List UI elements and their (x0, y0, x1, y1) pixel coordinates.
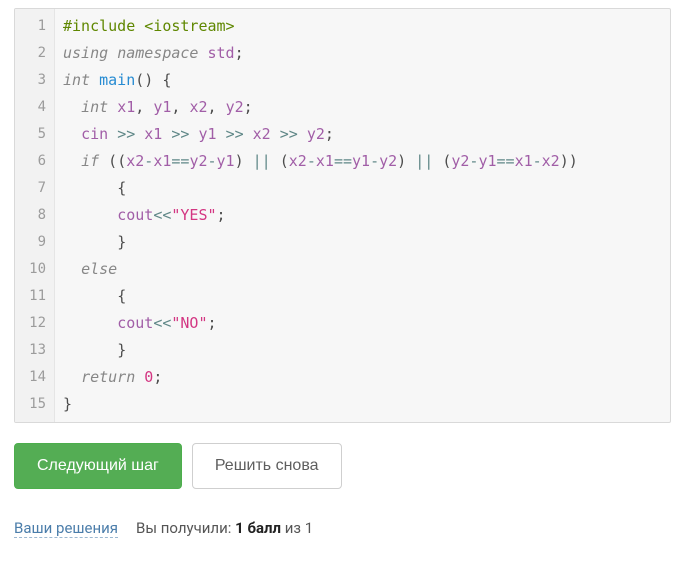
line-number: 6 (15, 148, 46, 175)
footer-row: Ваши решения Вы получили: 1 балл из 1 (14, 519, 671, 538)
code-line[interactable]: if ((x2-x1==y2-y1) || (x2-x1==y1-y2) || … (63, 148, 662, 175)
line-number: 5 (15, 121, 46, 148)
line-number: 13 (15, 337, 46, 364)
line-number: 3 (15, 67, 46, 94)
code-line[interactable]: return 0; (63, 364, 662, 391)
line-number: 8 (15, 202, 46, 229)
your-solutions-link[interactable]: Ваши решения (14, 519, 118, 538)
code-line[interactable]: int main() { (63, 67, 662, 94)
score-text: Вы получили: 1 балл из 1 (136, 519, 313, 537)
code-line[interactable]: #include <iostream> (63, 13, 662, 40)
line-number: 10 (15, 256, 46, 283)
code-editor[interactable]: 123456789101112131415 #include <iostream… (14, 8, 671, 423)
code-line[interactable]: cout<<"NO"; (63, 310, 662, 337)
next-step-button[interactable]: Следующий шаг (14, 443, 182, 489)
line-number: 1 (15, 13, 46, 40)
line-number: 15 (15, 391, 46, 418)
line-number: 4 (15, 94, 46, 121)
code-line[interactable]: cin >> x1 >> y1 >> x2 >> y2; (63, 121, 662, 148)
line-number: 11 (15, 283, 46, 310)
code-line[interactable]: } (63, 229, 662, 256)
code-line[interactable]: using namespace std; (63, 40, 662, 67)
line-number-gutter: 123456789101112131415 (15, 9, 55, 422)
code-line[interactable]: else (63, 256, 662, 283)
code-line[interactable]: cout<<"YES"; (63, 202, 662, 229)
line-number: 7 (15, 175, 46, 202)
line-number: 12 (15, 310, 46, 337)
code-line[interactable]: int x1, y1, x2, y2; (63, 94, 662, 121)
score-value: 1 балл (235, 519, 281, 537)
code-line[interactable]: { (63, 175, 662, 202)
score-prefix: Вы получили: (136, 519, 235, 537)
action-buttons-row: Следующий шаг Решить снова (14, 443, 671, 489)
retry-button[interactable]: Решить снова (192, 443, 342, 489)
code-area[interactable]: #include <iostream>using namespace std;i… (55, 9, 670, 422)
code-line[interactable]: } (63, 391, 662, 418)
code-line[interactable]: { (63, 283, 662, 310)
line-number: 2 (15, 40, 46, 67)
line-number: 14 (15, 364, 46, 391)
score-suffix: из 1 (281, 519, 313, 537)
line-number: 9 (15, 229, 46, 256)
code-line[interactable]: } (63, 337, 662, 364)
